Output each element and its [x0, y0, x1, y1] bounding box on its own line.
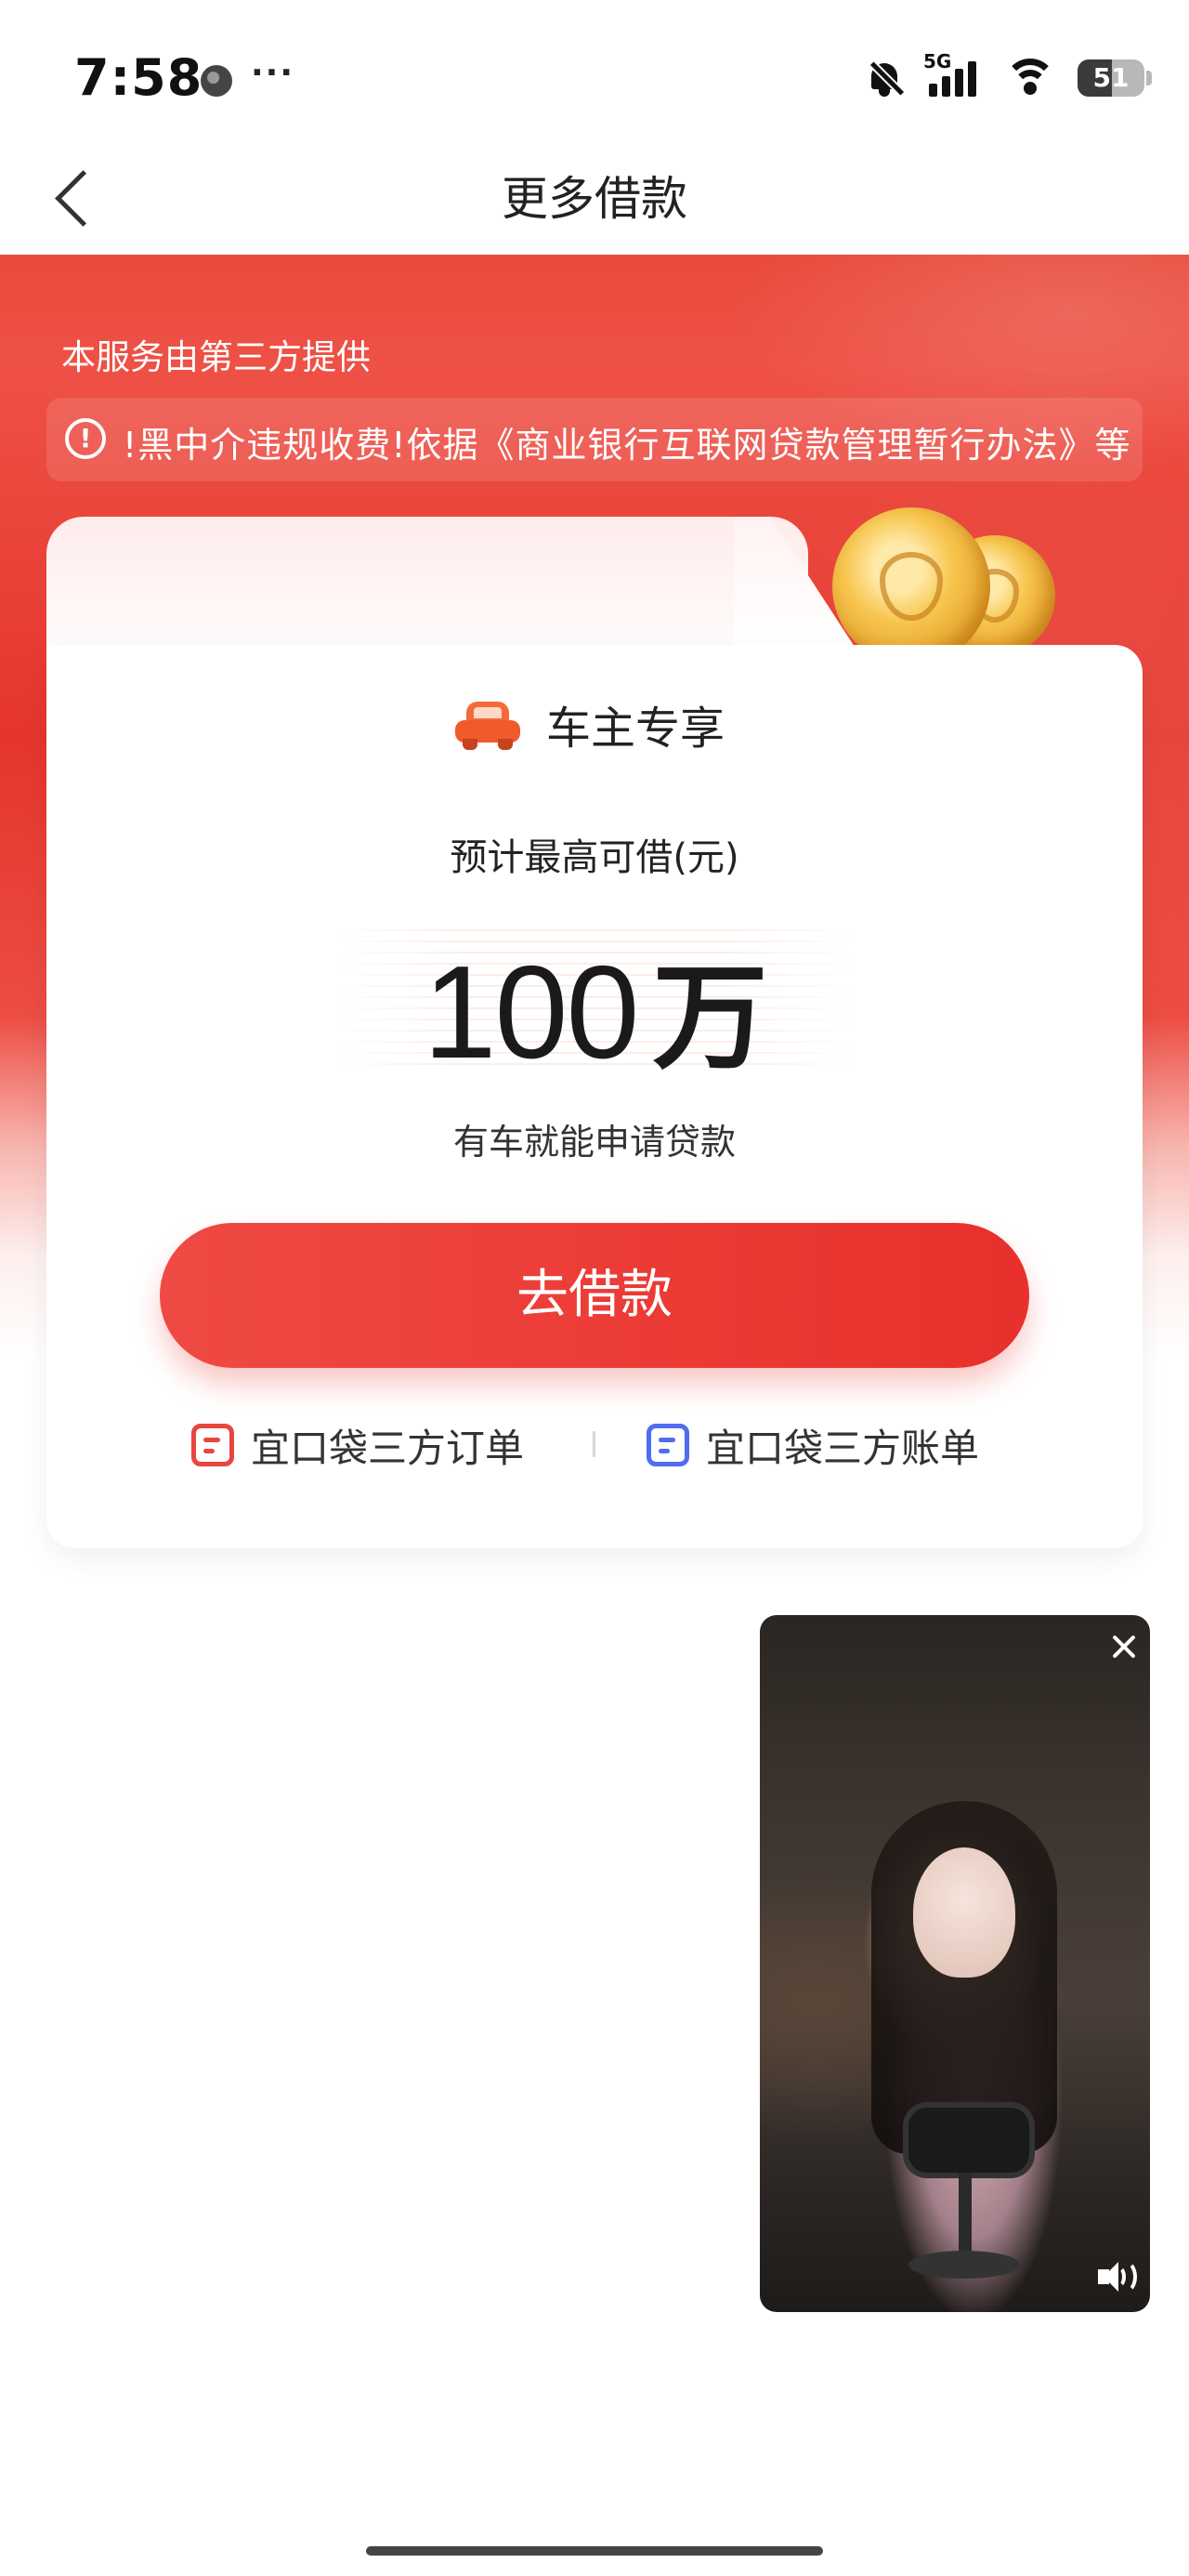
borrow-button[interactable]: 去借款: [160, 1223, 1029, 1368]
warning-circle-icon: !: [65, 418, 106, 459]
battery-icon: 51: [1078, 59, 1152, 97]
provider-disclaimer: 本服务由第三方提供: [61, 337, 371, 377]
amount-unit: 万: [652, 952, 767, 1085]
order-document-icon: [191, 1424, 234, 1466]
volume-icon[interactable]: [1094, 2258, 1139, 2295]
loan-card: [46, 645, 1143, 1548]
links-divider: [593, 1431, 595, 1457]
car-owner-badge: 车主专享: [453, 693, 732, 755]
battery-level: 51: [1092, 62, 1130, 93]
floating-video-player[interactable]: [760, 1615, 1150, 2312]
bills-link-label: 宜口袋三方账单: [706, 1425, 980, 1471]
gold-coins-illustration: [832, 507, 1092, 665]
more-notifications-icon: ···: [251, 54, 295, 92]
close-icon[interactable]: [1105, 1628, 1143, 1665]
status-bar: 7:58 ··· 5G 51: [0, 0, 1189, 139]
home-indicator[interactable]: [366, 2546, 823, 2556]
silent-mode-icon: [864, 58, 905, 99]
notice-text: !黑中介违规收费!依据《商业银行互联网贷款管理暂行办法》等: [123, 425, 1131, 466]
network-type: 5G: [923, 50, 952, 72]
status-time: 7:58: [74, 48, 203, 107]
amount-number: 100: [423, 939, 640, 1086]
bill-document-icon: [647, 1424, 689, 1466]
wifi-icon: [1003, 57, 1057, 99]
credit-amount: 100 万: [0, 924, 1189, 1091]
badge-label: 车主专享: [546, 703, 725, 755]
nav-bar: 更多借款: [0, 139, 1189, 255]
bills-link[interactable]: 宜口袋三方账单: [647, 1417, 979, 1473]
page-title: 更多借款: [502, 172, 687, 226]
app-notification-icon: [201, 65, 232, 97]
orders-link[interactable]: 宜口袋三方订单: [191, 1417, 524, 1473]
amount-subtitle: 有车就能申请贷款: [452, 1122, 736, 1163]
limit-label: 预计最高可借(元): [450, 836, 739, 879]
orders-link-label: 宜口袋三方订单: [251, 1425, 525, 1471]
status-icons: 5G 51: [864, 50, 1152, 104]
cellular-signal-icon: 5G: [923, 50, 983, 100]
notice-bar[interactable]: ! !黑中介违规收费!依据《商业银行互联网贷款管理暂行办法》等: [46, 398, 1143, 481]
car-icon: [453, 698, 522, 750]
